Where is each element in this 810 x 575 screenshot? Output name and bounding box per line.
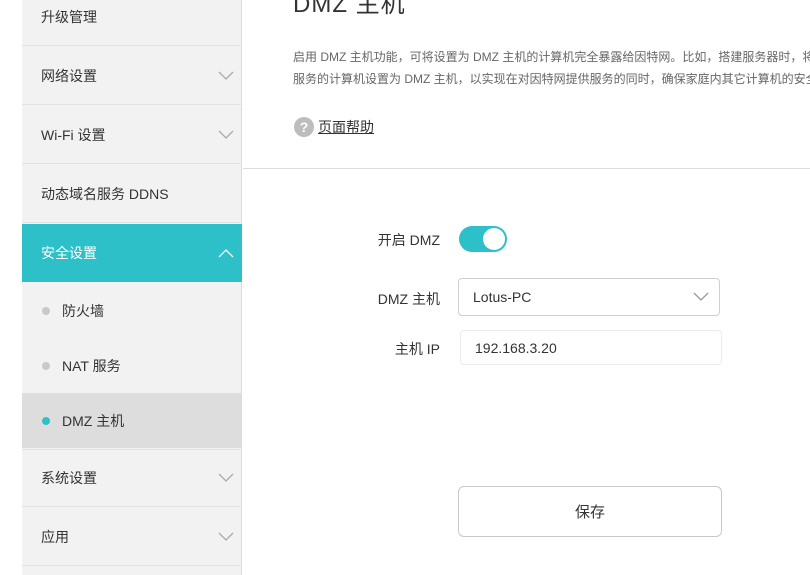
sidebar-subitem-label: DMZ 主机: [62, 412, 125, 429]
enable-dmz-toggle[interactable]: [459, 226, 507, 252]
page-description: 启用 DMZ 主机功能，可将设置为 DMZ 主机的计算机完全暴露给因特网。比如，…: [293, 46, 810, 90]
sidebar-subitem-label: 防火墙: [62, 302, 104, 319]
host-ip-label: 主机 IP: [394, 341, 440, 357]
sidebar-item-security[interactable]: 安全设置: [22, 224, 242, 282]
sidebar-item-label: 安全设置: [41, 245, 97, 261]
enable-dmz-label: 开启 DMZ: [377, 232, 440, 248]
sidebar-item-label: Wi-Fi 设置: [41, 126, 106, 143]
bullet-dot-icon: [42, 306, 50, 315]
bullet-dot-icon: [42, 361, 50, 370]
sidebar-item-label: 网络设置: [41, 67, 97, 84]
dmz-host-label: DMZ 主机: [377, 291, 440, 307]
sidebar-item-ddns[interactable]: 动态域名服务 DDNS: [22, 165, 242, 223]
host-ip-field: 192.168.3.20: [460, 330, 722, 365]
sidebar-item-system[interactable]: 系统设置: [22, 449, 242, 507]
chevron-down-icon: [218, 532, 234, 541]
page-help-link[interactable]: ? 页面帮助: [294, 117, 374, 137]
save-button[interactable]: 保存: [458, 486, 722, 537]
host-ip-value: 192.168.3.20: [475, 339, 557, 356]
dmz-host-select[interactable]: Lotus-PC: [458, 278, 720, 316]
dmz-host-value: Lotus-PC: [473, 289, 532, 305]
bullet-dot-icon: [42, 416, 50, 425]
sidebar-subitem-firewall[interactable]: 防火墙: [22, 283, 242, 338]
sidebar-subitem-nat[interactable]: NAT 服务: [22, 338, 242, 393]
sidebar: 升级管理 网络设置 Wi-Fi 设置 动态域名服务 DDNS 安全设置 防火墙 …: [22, 0, 242, 575]
left-gutter: [0, 0, 22, 575]
sidebar-item-label: 动态域名服务 DDNS: [41, 185, 169, 202]
sidebar-item-apps[interactable]: 应用: [22, 508, 242, 566]
sidebar-subitem-dmz[interactable]: DMZ 主机: [22, 393, 242, 448]
divider: [243, 168, 810, 169]
sidebar-item-label: 应用: [41, 528, 69, 545]
sidebar-item-network[interactable]: 网络设置: [22, 47, 242, 105]
chevron-down-icon: [218, 130, 234, 139]
description-line: 启用 DMZ 主机功能，可将设置为 DMZ 主机的计算机完全暴露给因特网。比如，…: [293, 50, 810, 64]
chevron-down-icon: [218, 71, 234, 80]
description-line: 服务的计算机设置为 DMZ 主机，以实现在对因特网提供服务的同时，确保家庭内其它…: [293, 72, 810, 86]
sidebar-item-label: 系统设置: [41, 470, 97, 486]
sidebar-item-wifi[interactable]: Wi-Fi 设置: [22, 106, 242, 164]
page-title: DMZ 主机: [293, 0, 406, 18]
toggle-knob: [483, 228, 505, 250]
chevron-up-icon: [218, 249, 234, 258]
question-icon: ?: [294, 117, 314, 137]
chevron-down-icon: [693, 292, 709, 301]
help-label: 页面帮助: [318, 119, 374, 135]
chevron-down-icon: [218, 473, 234, 482]
sidebar-item-upgrade[interactable]: 升级管理: [22, 0, 242, 46]
sidebar-item-label: 升级管理: [41, 8, 97, 25]
sidebar-subitem-label: NAT 服务: [62, 357, 121, 374]
